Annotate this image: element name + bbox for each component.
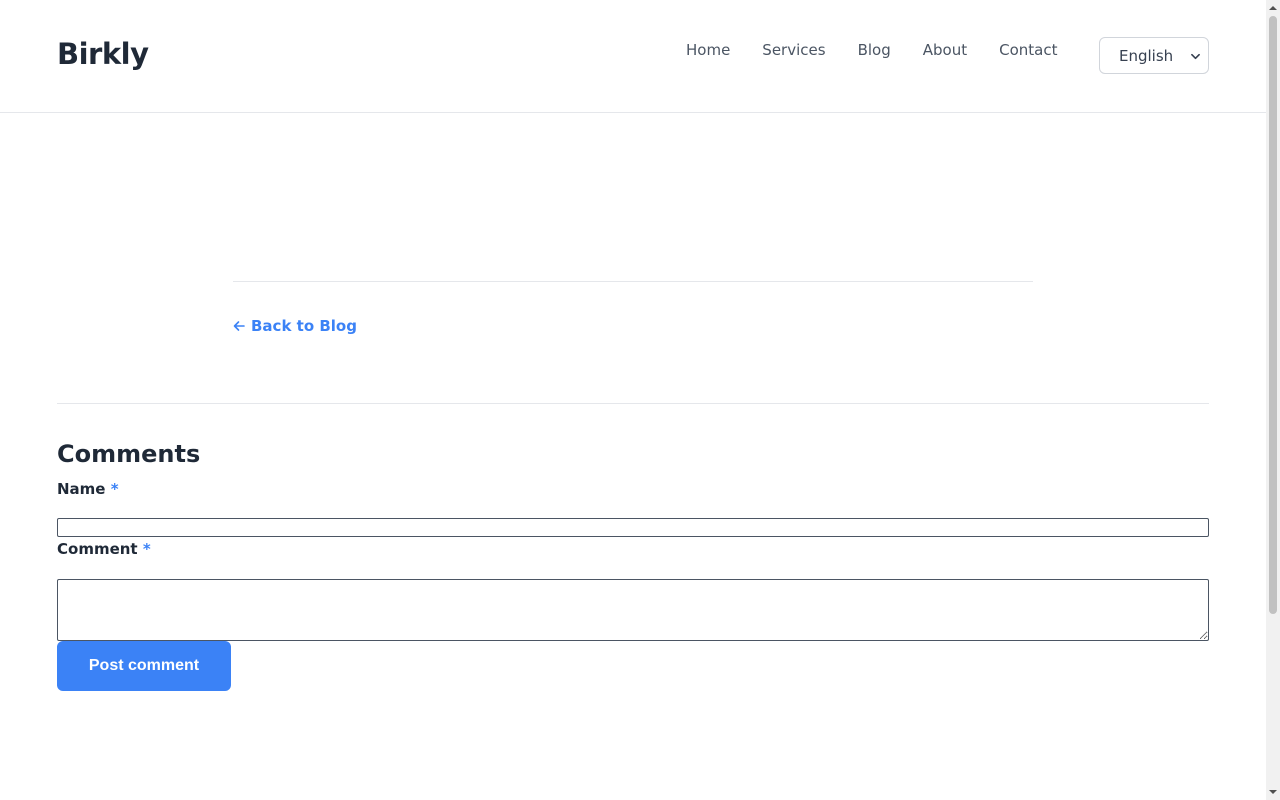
comment-label-text: Comment <box>57 540 138 558</box>
name-label-text: Name <box>57 480 106 498</box>
chevron-down-icon <box>1191 53 1200 60</box>
nav-blog[interactable]: Blog <box>842 40 907 60</box>
vertical-scrollbar[interactable] <box>1266 0 1280 800</box>
required-marker: * <box>142 540 151 558</box>
site-header: Birkly Home Services Blog About Contact … <box>0 0 1266 113</box>
back-to-blog-label: Back to Blog <box>251 317 357 335</box>
comment-textarea[interactable] <box>57 579 1209 641</box>
scrollbar-thumb[interactable] <box>1269 16 1277 614</box>
post-comment-button[interactable]: Post comment <box>57 641 231 691</box>
nav-home[interactable]: Home <box>670 40 746 60</box>
brand-logo[interactable]: Birkly <box>57 37 149 71</box>
comments-divider <box>57 403 1209 404</box>
name-label: Name * <box>57 480 119 498</box>
back-to-blog-link[interactable]: Back to Blog <box>233 317 357 335</box>
nav-about[interactable]: About <box>907 40 983 60</box>
comments-heading: Comments <box>57 440 201 468</box>
scroll-down-arrow-icon[interactable] <box>1269 788 1277 796</box>
language-select[interactable]: English <box>1099 37 1209 74</box>
nav-contact[interactable]: Contact <box>983 40 1073 60</box>
language-select-value: English <box>1119 46 1174 65</box>
browser-viewport: Birkly Home Services Blog About Contact … <box>0 0 1280 800</box>
name-input[interactable] <box>57 518 1209 537</box>
article-divider <box>233 281 1033 282</box>
comment-label: Comment * <box>57 540 151 558</box>
page: Birkly Home Services Blog About Contact … <box>0 0 1266 800</box>
main-nav: Home Services Blog About Contact <box>670 40 1073 60</box>
arrow-left-icon <box>233 321 245 331</box>
required-marker: * <box>110 480 119 498</box>
nav-services[interactable]: Services <box>746 40 841 60</box>
scroll-up-arrow-icon[interactable] <box>1269 4 1277 12</box>
